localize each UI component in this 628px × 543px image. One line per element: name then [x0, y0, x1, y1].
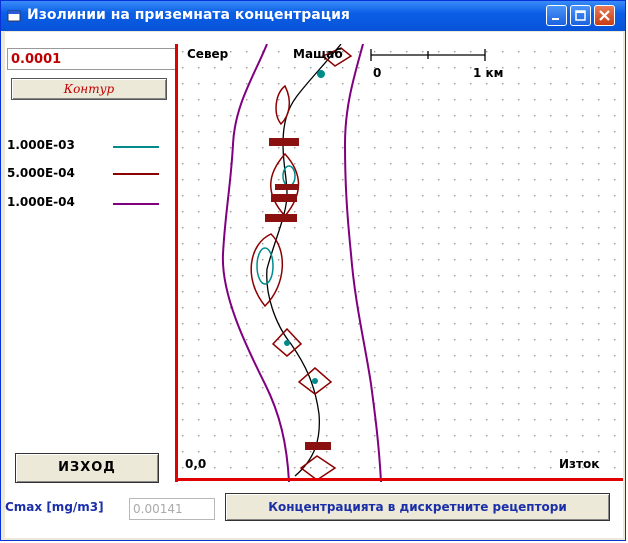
plot-border-left: [175, 44, 178, 482]
legend-label-1: 1.000E-03: [7, 138, 75, 152]
legend-line-purple: [113, 203, 159, 205]
grid-dots: [175, 44, 619, 482]
contour-button[interactable]: Контур: [11, 78, 167, 100]
client-area: 0.0001 Контур 1.000E-03 5.000E-04 1.000E…: [5, 32, 623, 538]
exit-button[interactable]: ИЗХОД: [15, 453, 159, 483]
legend-line-darkred: [113, 173, 159, 175]
close-button[interactable]: [594, 5, 615, 26]
close-icon: [599, 10, 610, 21]
cmax-field[interactable]: 0.00141: [129, 498, 215, 520]
east-label: Изток: [559, 457, 599, 471]
app-window: Изолинии на приземната концентрация 0.00…: [0, 0, 626, 541]
scale-label: Мащаб: [293, 47, 343, 61]
cmax-label: Cmax [mg/m3]: [5, 500, 104, 514]
minimize-icon: [552, 18, 559, 20]
north-label: Север: [187, 47, 229, 61]
title-bar[interactable]: Изолинии на приземната концентрация: [1, 1, 625, 31]
contour-1e-03-e: [312, 378, 318, 384]
scale-end-label: 1 км: [473, 66, 503, 80]
plot-border-bottom: [175, 478, 623, 481]
legend-label-2: 5.000E-04: [7, 166, 75, 180]
window-title: Изолинии на приземната концентрация: [27, 7, 350, 23]
contour-1e-03-a: [317, 70, 325, 78]
scale-start-label: 0: [373, 66, 381, 80]
maximize-button[interactable]: [570, 5, 591, 26]
app-icon: [7, 10, 21, 22]
origin-label: 0,0: [185, 457, 206, 471]
receptors-button[interactable]: Концентрацията в дискретните рецептори: [225, 493, 610, 521]
contour-1e-03-d: [284, 340, 290, 346]
legend-line-teal: [113, 146, 159, 148]
legend-label-3: 1.000E-04: [7, 195, 75, 209]
level-input[interactable]: 0.0001: [7, 48, 177, 70]
isoline-map[interactable]: Север Мащаб 0 1 км 0,0 Изток: [175, 44, 619, 482]
minimize-button[interactable]: [546, 5, 567, 26]
maximize-icon: [575, 10, 586, 21]
